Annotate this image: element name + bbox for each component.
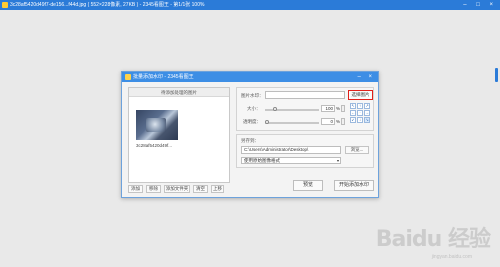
transparency-label: 透明度： [243, 119, 261, 124]
baidu-watermark-url: jingyan.baidu.com [431, 254, 472, 260]
image-watermark-field[interactable] [265, 91, 345, 99]
dialog-title: 批量添加水印 - 2345看图王 [133, 74, 194, 80]
browse-button[interactable]: 浏览... [345, 146, 369, 154]
size-label: 大小： [247, 106, 261, 111]
app-icon [2, 2, 8, 8]
size-percent: % [336, 106, 341, 111]
chevron-down-icon: ▾ [336, 158, 339, 163]
select-image-button[interactable]: 选择图片 [348, 90, 373, 100]
position-bottom-left[interactable]: ↙ [350, 117, 356, 123]
add-folder-button[interactable]: 添加文件夹 [164, 185, 190, 193]
image-list-panel: 待添加处理的图片 3c28af5420d49f... [128, 87, 230, 183]
output-settings-group: 另存到： C:\Users\Administrator\Desktop\ 浏览.… [236, 134, 374, 168]
thumbnail-filename: 3c28af5420d49f... [136, 143, 173, 148]
window-controls[interactable]: – □ × [463, 0, 497, 10]
output-path-field[interactable]: C:\Users\Administrator\Desktop\ [241, 146, 341, 154]
watermark-settings-group: 图片水印： 选择图片 大小： 100 % 透明度： 0 % ↖ ↑ ↗ ← · … [236, 87, 374, 131]
save-format-value: 使用原始图像格式 [244, 158, 280, 163]
viewer-title-bar: 3c28af5420d49f7-de156...f44d.jpg ( 552×2… [0, 0, 500, 10]
move-up-button[interactable]: 上移 [211, 185, 224, 193]
size-spinner[interactable] [341, 105, 345, 112]
clear-button[interactable]: 清空 [193, 185, 208, 193]
transparency-percent: % [336, 119, 341, 124]
position-top[interactable]: ↑ [357, 103, 363, 109]
position-top-right[interactable]: ↗ [364, 103, 370, 109]
dialog-app-icon [125, 74, 131, 80]
output-label: 另存到： [241, 138, 259, 143]
batch-watermark-dialog: 批量添加水印 - 2345看图王 – × 待添加处理的图片 3c28af5420… [121, 71, 379, 198]
position-top-left[interactable]: ↖ [350, 103, 356, 109]
size-value-input[interactable]: 100 [321, 105, 335, 112]
position-bottom[interactable]: ↓ [357, 117, 363, 123]
image-thumbnail[interactable] [136, 110, 178, 140]
preview-button[interactable]: 预览 [293, 180, 323, 191]
position-left[interactable]: ← [350, 110, 356, 116]
position-right[interactable]: → [364, 110, 370, 116]
transparency-spinner[interactable] [341, 118, 345, 125]
save-format-dropdown[interactable]: 使用原始图像格式 ▾ [241, 157, 341, 164]
image-watermark-label: 图片水印： [241, 93, 264, 98]
size-slider-knob[interactable] [273, 107, 277, 111]
dialog-window-controls[interactable]: – × [357, 72, 375, 82]
add-button[interactable]: 添加 [128, 185, 143, 193]
transparency-value-input[interactable]: 0 [321, 118, 335, 125]
start-watermark-button[interactable]: 开始添加水印 [334, 180, 374, 191]
position-bottom-right[interactable]: ↘ [364, 117, 370, 123]
position-center[interactable]: · [357, 110, 363, 116]
scrollbar-thumb[interactable] [495, 68, 498, 82]
thumbnail-content [146, 118, 166, 132]
transparency-slider-track[interactable] [265, 122, 319, 124]
transparency-slider-knob[interactable] [265, 120, 269, 124]
image-list-header: 待添加处理的图片 [129, 88, 229, 97]
viewer-title: 3c28af5420d49f7-de156...f44d.jpg ( 552×2… [10, 2, 205, 8]
remove-button[interactable]: 移除 [146, 185, 161, 193]
dialog-title-bar: 批量添加水印 - 2345看图王 – × [122, 72, 378, 82]
baidu-watermark-logo: Baidu 经验 [375, 227, 491, 252]
